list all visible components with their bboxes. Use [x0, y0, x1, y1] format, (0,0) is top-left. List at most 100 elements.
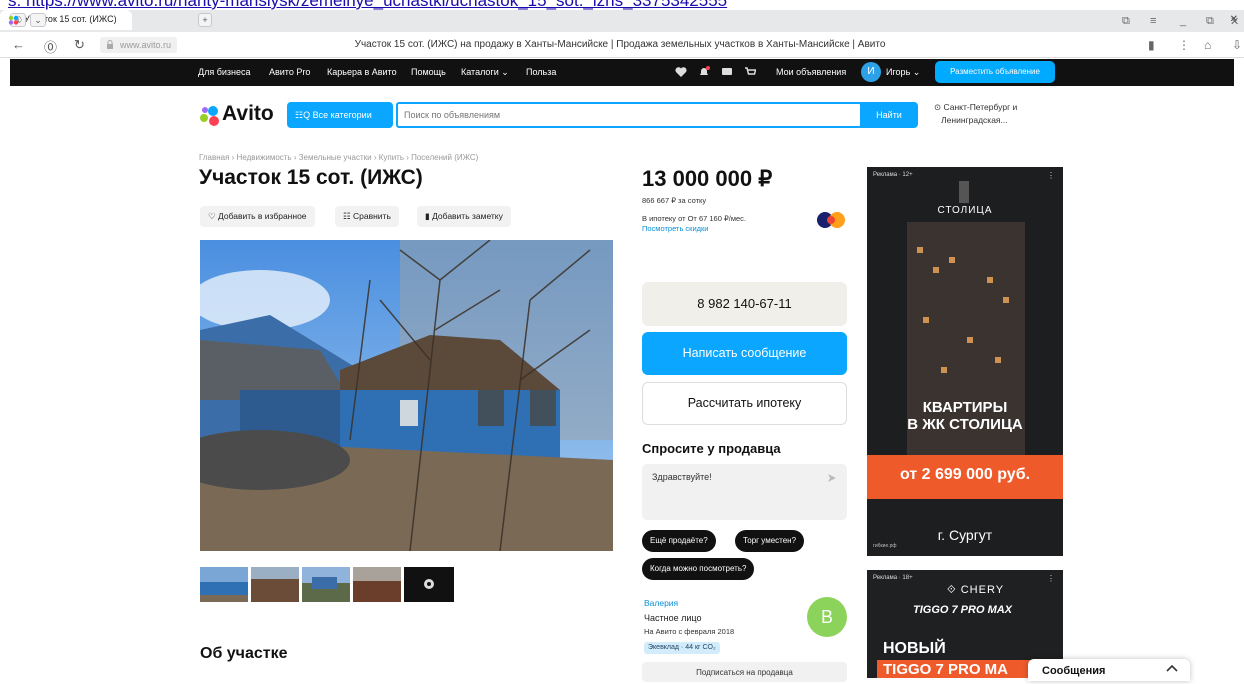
domain-text: www.avito.ru: [120, 40, 172, 50]
thumbnail-2-image: [251, 567, 299, 602]
lock-icon: [107, 40, 113, 49]
ask-seller-heading: Спросите у продавца: [642, 441, 781, 456]
all-categories-button[interactable]: ☷Q Все категории: [287, 102, 393, 128]
ask-seller-input[interactable]: Здравствуйте!: [642, 464, 847, 520]
thumbnail-2[interactable]: [251, 567, 299, 602]
nav-link-help[interactable]: Помощь: [411, 67, 446, 77]
chevron-up-icon[interactable]: [1166, 663, 1178, 673]
note-icon: ▮: [425, 211, 430, 221]
add-favorite-button[interactable]: ♡ Добавить в избранное: [200, 206, 315, 227]
eco-badge: Экевклад · 44 кг CO₂: [644, 642, 720, 654]
write-message-button[interactable]: Написать сообщение: [642, 332, 847, 375]
discounts-link[interactable]: Посмотреть скидки: [642, 224, 709, 233]
user-menu[interactable]: Игорь ⌄: [886, 67, 920, 78]
ad1-site: гибкие.рф: [873, 543, 897, 549]
thumbnail-3[interactable]: [302, 567, 350, 602]
close-window-icon[interactable]: ✕: [1230, 15, 1239, 28]
search-box[interactable]: [396, 102, 862, 128]
quick-question-chip[interactable]: Торг уместен?: [735, 530, 805, 552]
ad2-title: TIGGO 7 PRO MA: [883, 661, 1009, 678]
tab-list-icon[interactable]: ⌄: [30, 13, 46, 27]
user-avatar[interactable]: И: [861, 62, 881, 82]
ad-building-image: [867, 181, 1063, 499]
house-photo-image: [200, 240, 613, 551]
ad-banner-stolitsa[interactable]: Реклама · 12+ ⋮ СТОЛИЦА КВАРТИРЫ В ЖК СТ…: [867, 167, 1063, 556]
chery-logo-icon: ⟐: [947, 584, 957, 596]
seller-avatar[interactable]: В: [807, 597, 847, 637]
compare-label: Сравнить: [353, 211, 391, 221]
bookmark-icon[interactable]: ▮: [1148, 38, 1155, 52]
thumbnail-4[interactable]: [353, 567, 401, 602]
nav-link-catalogs-label: Каталоги: [461, 67, 499, 77]
bookmarks-icon[interactable]: ⧉: [1122, 15, 1130, 28]
ad2-model: TIGGO 7 PRO MAX: [913, 604, 1013, 616]
thumbnail-1[interactable]: [200, 567, 248, 602]
compare-icon: ☷: [343, 211, 351, 221]
thumbnail-3-image: [302, 567, 350, 602]
cart-icon[interactable]: [744, 66, 756, 78]
url-strip[interactable]: s: https://www.avito.ru/hanty-mansiysk/z…: [0, 0, 1244, 10]
heart-outline-icon: ♡: [208, 211, 216, 221]
bank-logo-icon[interactable]: [815, 210, 847, 230]
address-bar: ← ⓪ ↻ www.avito.ru Участок 15 сот. (ИЖС)…: [0, 32, 1244, 58]
more-icon[interactable]: ⋮: [1178, 38, 1190, 52]
avito-top-nav: Для бизнеса Авито Pro Карьера в Авито По…: [10, 59, 1234, 86]
nav-link-career[interactable]: Карьера в Авито: [327, 67, 397, 77]
mortgage-offer: В ипотеку от От 67 160 ₽/мес.: [642, 214, 746, 223]
ad2-brand: CHERY: [960, 584, 1005, 596]
thumbnail-1-image: [200, 567, 248, 602]
compare-button[interactable]: ☷ Сравнить: [335, 206, 399, 227]
search-input[interactable]: [398, 104, 860, 126]
grid-search-icon: ☷Q: [295, 110, 311, 120]
about-heading: Об участке: [200, 645, 288, 662]
ad1-city: г. Сургут: [937, 527, 993, 543]
add-favorite-label: Добавить в избранное: [218, 211, 307, 221]
add-note-label: Добавить заметку: [432, 211, 503, 221]
calculate-mortgage-button[interactable]: Рассчитать ипотеку: [642, 382, 847, 425]
avito-logo-icon: [200, 106, 219, 126]
user-name: Игорь: [886, 67, 911, 77]
nav-link-business[interactable]: Для бизнеса: [198, 67, 251, 77]
send-icon[interactable]: [827, 473, 837, 483]
location-line1: Санкт-Петербург и: [943, 102, 1018, 112]
domain-field[interactable]: www.avito.ru: [100, 37, 178, 53]
new-tab-button[interactable]: +: [198, 13, 212, 27]
quick-question-chip[interactable]: Когда можно посмотреть?: [642, 558, 755, 580]
reload-icon[interactable]: ↻: [74, 37, 85, 53]
ask-seller-box: Здравствуйте!: [642, 464, 847, 520]
extensions-icon[interactable]: ⌂: [1204, 38, 1211, 52]
ad1-price: от 2 699 000 руб.: [899, 466, 1031, 483]
url-link[interactable]: s: https://www.avito.ru/hanty-mansiysk/z…: [8, 0, 727, 10]
nav-link-catalogs[interactable]: Каталоги ⌄: [461, 67, 509, 78]
thumbnail-more[interactable]: [404, 567, 454, 602]
ad2-brand-row: ⟐ CHERY: [947, 584, 1004, 597]
ad-more-icon[interactable]: ⋮: [1047, 574, 1055, 583]
breadcrumb[interactable]: Главная › Недвижимость › Земельные участ…: [199, 153, 478, 162]
chat-icon[interactable]: [721, 66, 733, 78]
seller-name-link[interactable]: Валерия: [644, 598, 678, 608]
my-ads-link[interactable]: Мои объявления: [776, 67, 846, 77]
show-phone-button[interactable]: 8 982 140-67-11: [642, 282, 847, 326]
avito-favicon-icon: [8, 15, 19, 25]
add-note-button[interactable]: ▮ Добавить заметку: [417, 206, 511, 227]
ad2-new: НОВЫЙ: [883, 640, 946, 657]
back-icon[interactable]: ←: [12, 37, 25, 52]
search-button[interactable]: Найти: [860, 102, 918, 128]
price: 13 000 000 ₽: [642, 166, 773, 191]
price-per-sotka: 866 667 ₽ за сотку: [642, 196, 707, 205]
browser-menu-icon[interactable]: ≡: [1150, 15, 1156, 27]
shield-icon[interactable]: ⓪: [44, 37, 57, 56]
all-categories-label: Все категории: [312, 110, 372, 120]
location-selector[interactable]: ⊙ Санкт-Петербург и Ленинградская...: [934, 101, 1044, 127]
nav-link-benefit[interactable]: Польза: [526, 67, 556, 77]
main-photo[interactable]: [200, 240, 613, 551]
nav-link-avito-pro[interactable]: Авито Pro: [269, 67, 310, 77]
download-icon[interactable]: ⇩: [1232, 38, 1242, 52]
post-ad-button[interactable]: Разместить объявление: [935, 61, 1055, 83]
subscribe-seller-button[interactable]: Подписаться на продавца: [642, 662, 847, 682]
bell-icon[interactable]: [698, 66, 710, 78]
quick-question-chip[interactable]: Ещё продаёте?: [642, 530, 716, 552]
minimize-icon[interactable]: _: [1180, 15, 1186, 27]
heart-icon[interactable]: [675, 66, 687, 78]
restore-icon[interactable]: ⧉: [1206, 15, 1214, 28]
